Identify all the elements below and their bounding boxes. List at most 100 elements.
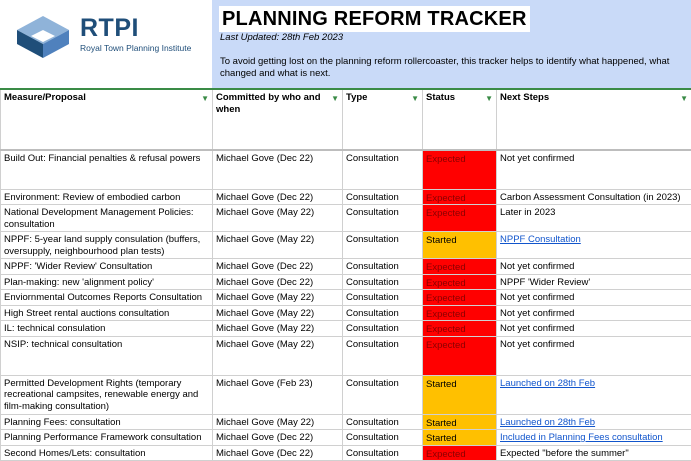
cell-type[interactable]: Consultation [343,430,423,446]
cell-committed[interactable]: Michael Gove (May 22) [213,305,343,321]
status-cell[interactable]: Expected [423,274,497,290]
status-label: Started [426,379,457,390]
cell-committed[interactable]: Michael Gove (Dec 22) [213,259,343,275]
cell-next-steps[interactable]: Launched on 28th Feb [497,375,691,414]
cell-next-steps[interactable]: Later in 2023 [497,205,691,232]
cell-next-steps[interactable]: NPPF 'Wider Review' [497,274,691,290]
cell-measure[interactable]: NPPF: 'Wider Review' Consultation [1,259,213,275]
status-cell[interactable]: Expected [423,305,497,321]
cell-next-steps[interactable]: Not yet confirmed [497,305,691,321]
table-row: Build Out: Financial penalties & refusal… [1,150,691,189]
cell-type[interactable]: Consultation [343,375,423,414]
cell-type[interactable]: Consultation [343,150,423,189]
column-header-measure[interactable]: Measure/Proposal▼ [1,90,213,150]
column-header-type[interactable]: Type▼ [343,90,423,150]
cell-committed[interactable]: Michael Gove (Dec 22) [213,189,343,205]
cell-next-steps[interactable]: Not yet confirmed [497,336,691,375]
cell-type[interactable]: Consultation [343,205,423,232]
next-steps-text: Carbon Assessment Consultation (in 2023) [500,190,691,204]
cell-measure[interactable]: Permitted Development Rights (temporary … [1,375,213,414]
status-cell[interactable]: Started [423,375,497,414]
cell-measure[interactable]: Planning Performance Framework consultat… [1,430,213,446]
cell-type[interactable]: Consultation [343,305,423,321]
cell-committed[interactable]: Michael Gove (May 22) [213,414,343,430]
status-cell[interactable]: Expected [423,321,497,337]
cell-type[interactable]: Consultation [343,259,423,275]
status-cell[interactable]: Expected [423,445,497,461]
filter-icon[interactable]: ▼ [680,93,688,105]
cell-measure[interactable]: Planning Fees: consultation [1,414,213,430]
status-label: Expected [426,324,466,335]
status-cell[interactable]: Started [423,232,497,259]
cell-measure[interactable]: Enviornmental Outcomes Reports Consultat… [1,290,213,306]
cell-type[interactable]: Consultation [343,414,423,430]
cell-type[interactable]: Consultation [343,189,423,205]
cell-next-steps[interactable]: Not yet confirmed [497,290,691,306]
cell-type[interactable]: Consultation [343,274,423,290]
table-row: NPPF: 'Wider Review' ConsultationMichael… [1,259,691,275]
cell-committed[interactable]: Michael Gove (Dec 22) [213,445,343,461]
cell-type[interactable]: Consultation [343,336,423,375]
status-cell[interactable]: Expected [423,189,497,205]
cell-next-steps[interactable]: NPPF Consultation [497,232,691,259]
next-steps-link[interactable]: Included in Planning Fees consultation [500,430,691,444]
next-steps-link[interactable]: NPPF Consultation [500,232,691,246]
status-label: Started [426,418,457,429]
status-cell[interactable]: Expected [423,259,497,275]
column-header-next-steps[interactable]: Next Steps▼ [497,90,691,150]
cell-measure[interactable]: High Street rental auctions consultation [1,305,213,321]
status-label: Expected [426,293,466,304]
table-row: Plan-making: new 'alignment policy'Micha… [1,274,691,290]
next-steps-link[interactable]: Launched on 28th Feb [500,415,691,429]
next-steps-text: Expected "before the summer" [500,446,691,460]
filter-icon[interactable]: ▼ [201,93,209,105]
status-cell[interactable]: Expected [423,205,497,232]
next-steps-link[interactable]: Launched on 28th Feb [500,376,691,390]
cell-committed[interactable]: Michael Gove (Feb 23) [213,375,343,414]
status-cell[interactable]: Started [423,414,497,430]
cell-measure[interactable]: Second Homes/Lets: consultation [1,445,213,461]
cell-measure[interactable]: National Development Management Policies… [1,205,213,232]
column-header-committed[interactable]: Committed by who and when▼ [213,90,343,150]
filter-icon[interactable]: ▼ [485,93,493,105]
cell-measure[interactable]: Plan-making: new 'alignment policy' [1,274,213,290]
cell-type[interactable]: Consultation [343,290,423,306]
cell-next-steps[interactable]: Carbon Assessment Consultation (in 2023) [497,189,691,205]
cell-next-steps[interactable]: Not yet confirmed [497,321,691,337]
cell-next-steps[interactable]: Included in Planning Fees consultation [497,430,691,446]
cell-next-steps[interactable]: Expected "before the summer" [497,445,691,461]
cell-committed[interactable]: Michael Gove (May 22) [213,290,343,306]
cell-measure[interactable]: NPPF: 5-year land supply consulation (bu… [1,232,213,259]
cell-measure[interactable]: Environment: Review of embodied carbon [1,189,213,205]
cell-committed[interactable]: Michael Gove (Dec 22) [213,150,343,189]
cell-measure[interactable]: Build Out: Financial penalties & refusal… [1,150,213,189]
table-row: High Street rental auctions consultation… [1,305,691,321]
cell-type[interactable]: Consultation [343,232,423,259]
next-steps-text: Not yet confirmed [500,259,691,273]
cell-committed[interactable]: Michael Gove (May 22) [213,321,343,337]
status-cell[interactable]: Started [423,430,497,446]
status-label: Expected [426,340,466,351]
cell-measure[interactable]: IL: technical consulation [1,321,213,337]
status-cell[interactable]: Expected [423,290,497,306]
next-steps-text: NPPF 'Wider Review' [500,275,691,289]
table-row: Planning Fees: consultationMichael Gove … [1,414,691,430]
filter-icon[interactable]: ▼ [411,93,419,105]
cell-next-steps[interactable]: Not yet confirmed [497,259,691,275]
cell-committed[interactable]: Michael Gove (May 22) [213,232,343,259]
cell-next-steps[interactable]: Launched on 28th Feb [497,414,691,430]
filter-icon[interactable]: ▼ [331,93,339,105]
next-steps-text: Later in 2023 [500,205,691,219]
cell-committed[interactable]: Michael Gove (May 22) [213,205,343,232]
status-cell[interactable]: Expected [423,150,497,189]
logo-subtitle: Royal Town Planning Institute [80,43,191,53]
cell-committed[interactable]: Michael Gove (May 22) [213,336,343,375]
cell-type[interactable]: Consultation [343,445,423,461]
cell-type[interactable]: Consultation [343,321,423,337]
column-header-status[interactable]: Status▼ [423,90,497,150]
cell-committed[interactable]: Michael Gove (Dec 22) [213,274,343,290]
cell-committed[interactable]: Michael Gove (Dec 22) [213,430,343,446]
status-cell[interactable]: Expected [423,336,497,375]
cell-next-steps[interactable]: Not yet confirmed [497,150,691,189]
cell-measure[interactable]: NSIP: technical consultation [1,336,213,375]
